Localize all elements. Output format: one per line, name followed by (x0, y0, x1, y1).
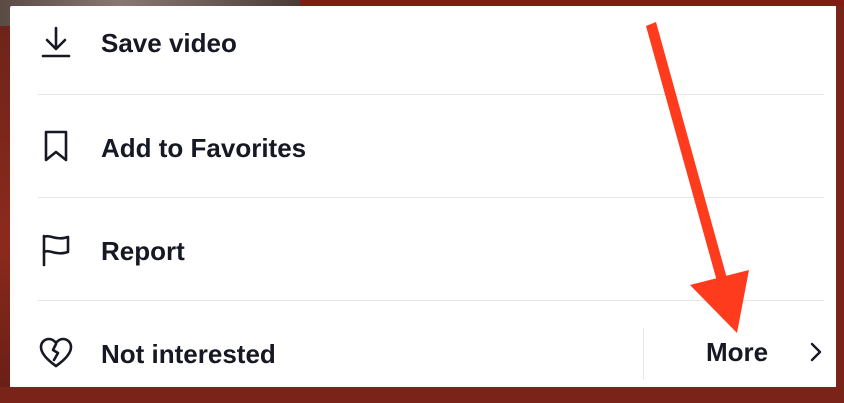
bookmark-icon (38, 128, 74, 164)
not-interested-item[interactable]: Not interested (10, 301, 633, 403)
download-icon (38, 24, 74, 60)
report-item[interactable]: Report (10, 198, 836, 300)
add-to-favorites-label: Add to Favorites (101, 133, 307, 163)
add-to-favorites-item[interactable]: Add to Favorites (10, 95, 836, 197)
not-interested-label: Not interested (101, 339, 276, 369)
save-video-label: Save video (101, 28, 237, 58)
flag-icon (38, 232, 74, 268)
chevron-right-icon (806, 340, 826, 364)
more-button[interactable]: More (644, 316, 836, 387)
report-label: Report (101, 236, 185, 266)
more-label: More (706, 337, 769, 367)
action-sheet: Save video Add to Favorites Report Not i… (10, 6, 836, 387)
background-video-frame-right (836, 6, 844, 387)
save-video-item[interactable]: Save video (10, 6, 836, 108)
background-video-frame-left (0, 26, 10, 387)
broken-heart-icon (38, 335, 74, 371)
